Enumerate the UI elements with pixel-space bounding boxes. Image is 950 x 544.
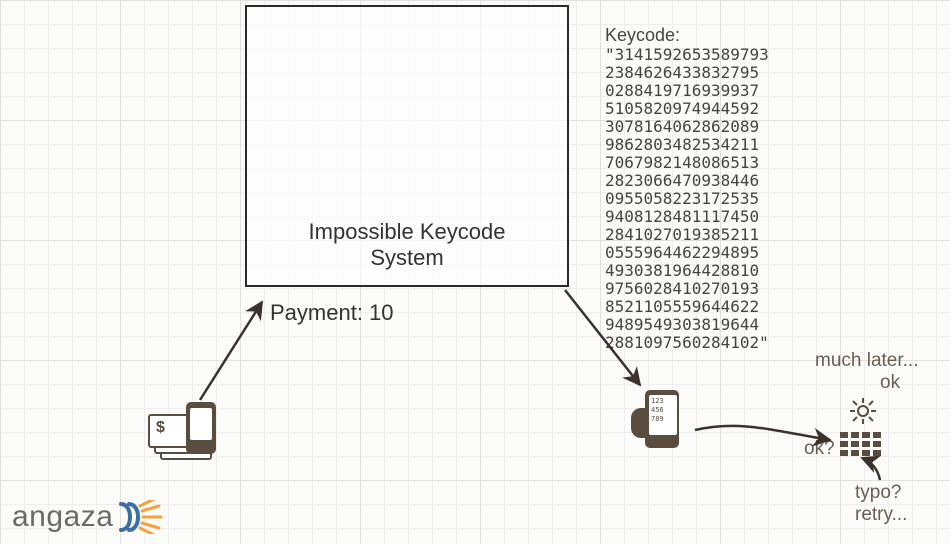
angaza-logo: angaza (12, 500, 163, 534)
diagram-stage: Impossible Keycode System Payment: 10 Ke… (0, 0, 950, 544)
arrow-receiver-to-result (695, 426, 830, 440)
arrow-retry-loop (862, 458, 880, 480)
arrows-layer (0, 0, 950, 544)
arrow-payment-to-system (200, 302, 262, 400)
arrow-system-to-receiver (565, 290, 640, 385)
logo-text: angaza (12, 500, 113, 534)
logo-mark-icon (117, 500, 163, 534)
